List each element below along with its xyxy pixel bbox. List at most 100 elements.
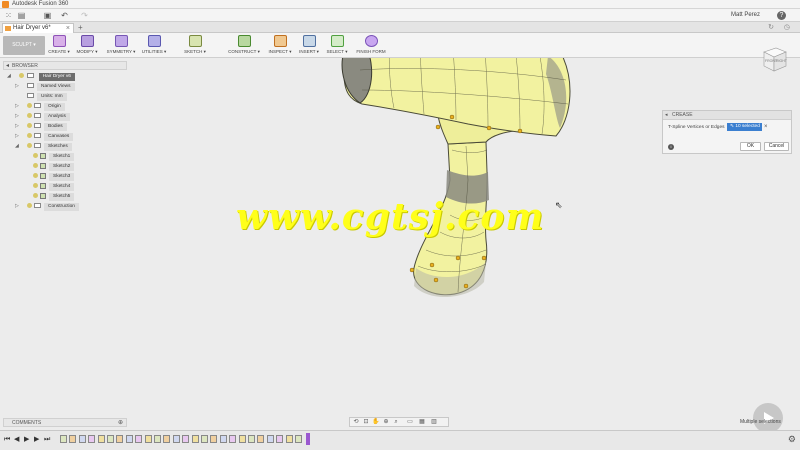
fit-icon[interactable]: ⌕ (392, 419, 400, 426)
toolbar-tool-3[interactable]: UTILITIES ▾ (140, 35, 168, 57)
expand-arrow-icon[interactable]: ▷ (15, 102, 19, 111)
timeline-feature-icon[interactable] (125, 435, 133, 443)
tab-hair-dryer[interactable]: Hair Dryer v6* × (2, 23, 74, 33)
tree-item[interactable]: ▷ Analysis (15, 112, 70, 121)
grid-settings-icon[interactable]: ▦ (418, 419, 426, 426)
add-tab-icon[interactable]: + (78, 23, 83, 32)
timeline-feature-icon[interactable] (295, 435, 302, 443)
timeline-feature-icon[interactable] (182, 435, 190, 443)
expand-arrow-icon[interactable]: ◢ (15, 142, 19, 151)
visibility-bulb-icon[interactable] (27, 133, 32, 139)
timeline-feature-icon[interactable] (276, 435, 284, 443)
toolbar-tool-5[interactable]: CONSTRUCT ▾ (226, 35, 262, 57)
expand-arrow-icon[interactable]: ▷ (15, 122, 19, 131)
tree-item[interactable]: ▷ Origin (15, 102, 65, 111)
timeline-feature-icon[interactable] (219, 435, 227, 443)
timeline-feature-icon[interactable] (285, 435, 293, 443)
timeline-feature-icon[interactable] (191, 435, 199, 443)
go-to-end-icon[interactable]: ⏭ (44, 435, 50, 445)
timeline-feature-icon[interactable] (144, 435, 152, 443)
expand-arrow-icon[interactable]: ▷ (15, 132, 19, 141)
toolbar-tool-6[interactable]: INSPECT ▾ (266, 35, 294, 57)
tree-item[interactable]: ▷ Bodies (15, 122, 67, 131)
pan-icon[interactable]: ✋ (372, 419, 380, 426)
go-to-start-icon[interactable]: ⏮ (4, 435, 10, 445)
comments-panel[interactable]: COMMENTS ⊕ (3, 418, 127, 427)
view-cube[interactable]: FRONT RIGHT (760, 44, 788, 74)
expand-arrow-icon[interactable]: ◢ (7, 72, 11, 81)
timeline-feature-icon[interactable] (97, 435, 105, 443)
toolbar-tool-1[interactable]: MODIFY ▾ (74, 35, 100, 57)
app-grid-icon[interactable]: ⁙ (4, 11, 13, 20)
selection-count-button[interactable]: ⇖ 10 selected (727, 123, 762, 131)
visibility-bulb-icon[interactable] (33, 193, 38, 199)
info-icon[interactable]: i (668, 144, 674, 150)
expand-arrow-icon[interactable]: ▷ (15, 82, 19, 91)
timeline-feature-icon[interactable] (266, 435, 274, 443)
close-icon[interactable]: × (66, 24, 70, 33)
tree-item[interactable]: ◢ Sketches (15, 142, 72, 151)
gear-icon[interactable]: ⚙ (788, 434, 796, 445)
redo-icon[interactable]: ↷ (80, 11, 89, 20)
workspace-switcher[interactable]: SCULPT ▾ (3, 36, 45, 55)
timeline-feature-icon[interactable] (69, 435, 77, 443)
tree-item[interactable]: Units: mm (27, 92, 67, 101)
timeline-feature-icon[interactable] (201, 435, 208, 443)
crease-dialog-header[interactable]: ◂ CREASE (663, 111, 791, 120)
timeline-feature-icon[interactable] (248, 435, 255, 443)
visibility-bulb-icon[interactable] (27, 103, 32, 109)
timeline-feature-icon[interactable] (88, 435, 96, 443)
file-icon[interactable]: ▤ (17, 11, 26, 20)
timeline-feature-icon[interactable] (116, 435, 124, 443)
collapse-icon[interactable]: ◂ (6, 62, 9, 70)
viewports-icon[interactable]: ▥ (430, 419, 438, 426)
step-back-icon[interactable]: ◀ (14, 435, 19, 445)
tree-item[interactable]: Sketch2 (33, 162, 75, 171)
add-comment-icon[interactable]: ⊕ (118, 419, 123, 427)
timeline-feature-icon[interactable] (172, 435, 180, 443)
timeline-feature-icon[interactable] (210, 435, 218, 443)
timeline-feature-icon[interactable] (107, 435, 114, 443)
play-icon[interactable]: ▶ (24, 435, 29, 445)
timeline-feature-icon[interactable] (229, 435, 237, 443)
visibility-bulb-icon[interactable] (27, 143, 32, 149)
expand-arrow-icon[interactable]: ▷ (15, 202, 19, 211)
tree-item[interactable]: Sketch3 (33, 172, 75, 181)
tree-item[interactable]: ▷ Canvases (15, 132, 74, 141)
visibility-bulb-icon[interactable] (33, 173, 38, 179)
orbit-icon[interactable]: ⟲ (352, 419, 360, 426)
toolbar-tool-9[interactable]: FINISH FORM (356, 35, 386, 57)
help-icon[interactable]: ? (777, 11, 786, 20)
toolbar-tool-8[interactable]: SELECT ▾ (324, 35, 350, 57)
tree-item[interactable]: Sketch5 (33, 192, 75, 201)
visibility-bulb-icon[interactable] (33, 153, 38, 159)
visibility-bulb-icon[interactable] (19, 73, 24, 79)
visibility-bulb-icon[interactable] (33, 163, 38, 169)
tree-root[interactable]: ◢ Hair Dryer v6 (7, 72, 75, 81)
zoom-icon[interactable]: ⊕ (382, 419, 390, 426)
tree-item[interactable]: Sketch1 (33, 152, 75, 161)
timeline-feature-icon[interactable] (60, 435, 67, 443)
toolbar-tool-0[interactable]: CREATE ▾ (48, 35, 70, 57)
cancel-button[interactable]: Cancel (764, 142, 789, 151)
timeline-feature-icon[interactable] (78, 435, 86, 443)
tree-item[interactable]: ▷ Named Views (15, 82, 75, 91)
look-at-icon[interactable]: ⊡ (362, 419, 370, 426)
save-icon[interactable]: ▣ (43, 11, 52, 20)
timeline-marker[interactable] (306, 433, 310, 445)
toolbar-tool-4[interactable]: SKETCH ▾ (172, 35, 218, 57)
step-forward-icon[interactable]: ▶ (34, 435, 39, 445)
timeline-feature-icon[interactable] (257, 435, 265, 443)
undo-icon[interactable]: ↶ (60, 11, 69, 20)
display-settings-icon[interactable]: ▭ (406, 419, 414, 426)
timeline-feature-icon[interactable] (135, 435, 143, 443)
tree-item[interactable]: ▷ Construction (15, 202, 79, 211)
ok-button[interactable]: OK (740, 142, 761, 151)
timeline-feature-icon[interactable] (154, 435, 161, 443)
visibility-bulb-icon[interactable] (33, 183, 38, 189)
visibility-bulb-icon[interactable] (27, 203, 32, 209)
visibility-bulb-icon[interactable] (27, 113, 32, 119)
tab-tools-icon[interactable]: ↻ ◷ (768, 23, 794, 31)
clear-selection-icon[interactable]: × (764, 123, 768, 131)
timeline-feature-icon[interactable] (163, 435, 171, 443)
